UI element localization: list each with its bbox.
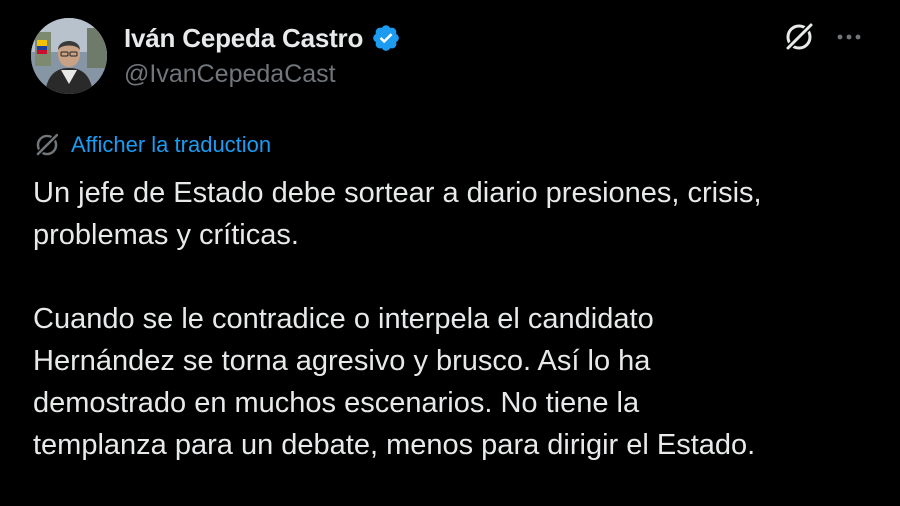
author-name-row: Iván Cepeda Castro (124, 20, 401, 56)
tweet-card: Iván Cepeda Castro @IvanCepedaCast Affic… (0, 0, 900, 506)
avatar-image (31, 18, 107, 94)
grok-icon[interactable] (782, 20, 816, 54)
show-translation-link[interactable]: Afficher la traduction (71, 132, 271, 158)
verified-badge-icon[interactable] (371, 23, 401, 53)
avatar[interactable] (31, 18, 107, 94)
tweet-paragraph: Cuando se le contradice o interpela el c… (33, 303, 756, 461)
tweet-text: Un jefe de Estado debe sortear a diario … (33, 172, 883, 466)
more-options-icon[interactable] (834, 24, 864, 50)
grok-translate-icon (33, 131, 61, 159)
author-handle[interactable]: @IvanCepedaCast (124, 60, 336, 89)
tweet-paragraph: Un jefe de Estado debe sortear a diario … (33, 177, 762, 251)
author-display-name[interactable]: Iván Cepeda Castro (124, 23, 363, 54)
show-translation-button[interactable]: Afficher la traduction (33, 130, 271, 160)
